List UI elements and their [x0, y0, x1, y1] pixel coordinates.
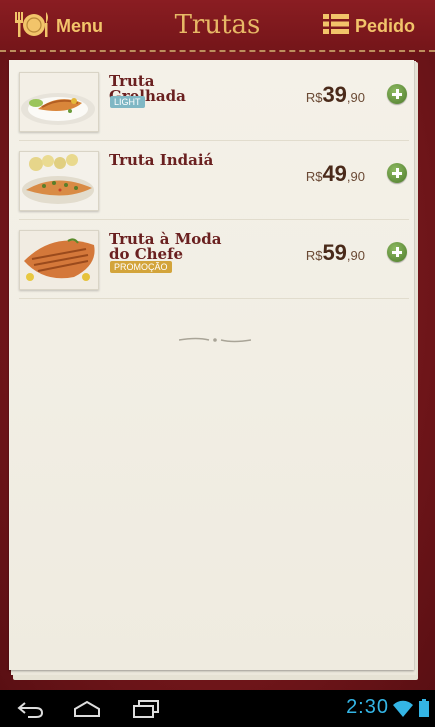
menu-paper: Truta Grelhada LIGHT R$39,90 Truta Indai… [9, 60, 414, 670]
system-navigation-bar: 2:30 [0, 690, 435, 727]
status-clock: 2:30 [346, 696, 389, 718]
list-item[interactable]: Truta Grelhada LIGHT R$39,90 [19, 62, 409, 141]
add-item-button[interactable] [387, 163, 407, 183]
home-icon[interactable] [73, 700, 101, 723]
price-decimal: ,90 [346, 248, 365, 263]
price-integer: 49 [322, 161, 347, 186]
promo-badge: PROMOÇÃO [110, 261, 172, 273]
header-stitch [0, 50, 435, 52]
price-integer: 39 [322, 82, 347, 107]
add-item-button[interactable] [387, 84, 407, 104]
list-item[interactable]: Truta Indaiá R$49,90 [19, 141, 409, 220]
add-item-button[interactable] [387, 242, 407, 262]
price-decimal: ,90 [346, 169, 365, 184]
price-integer: 59 [322, 240, 347, 265]
recent-apps-icon[interactable] [132, 700, 160, 723]
dish-price: R$49,90 [306, 161, 365, 187]
price-currency: R$ [305, 169, 323, 184]
dish-thumbnail [19, 72, 99, 132]
dish-price: R$39,90 [306, 82, 365, 108]
back-icon[interactable] [16, 700, 44, 723]
dish-thumbnail [19, 151, 99, 211]
list-item[interactable]: Truta à Moda do Chefe PROMOÇÃO R$59,90 [19, 220, 409, 299]
price-currency: R$ [305, 248, 323, 263]
app-header: Menu Trutas Pedido [0, 0, 435, 52]
dish-price: R$59,90 [306, 240, 365, 266]
dish-name: Truta à Moda do Chefe [109, 230, 222, 263]
light-badge: LIGHT [110, 96, 145, 108]
battery-icon [419, 699, 429, 722]
list-icon [322, 13, 349, 40]
wifi-icon [393, 699, 413, 722]
order-label: Pedido [354, 15, 415, 36]
dish-thumbnail [19, 230, 99, 290]
ornament-divider [178, 330, 252, 343]
dish-name: Truta Indaiá [109, 151, 214, 169]
price-decimal: ,90 [346, 90, 365, 105]
price-currency: R$ [305, 90, 323, 105]
order-button[interactable]: Pedido [322, 10, 415, 42]
